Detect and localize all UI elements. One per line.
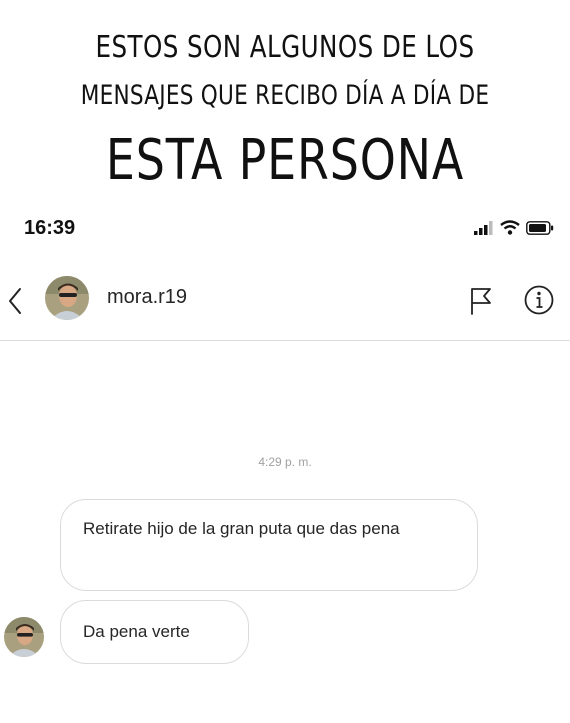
- avatar[interactable]: [4, 617, 44, 657]
- flag-icon[interactable]: [468, 286, 494, 320]
- info-icon[interactable]: [523, 284, 555, 320]
- caption-line-1: ESTOS SON ALGUNOS DE LOS: [95, 30, 475, 65]
- wifi-icon: [500, 220, 520, 239]
- message-text: Da pena verte: [83, 622, 190, 641]
- status-bar: 16:39: [0, 212, 570, 246]
- chat-header: mora.r19: [0, 270, 570, 341]
- signal-icon: [474, 220, 494, 239]
- message-bubble[interactable]: Da pena verte: [60, 600, 249, 664]
- message-bubble[interactable]: Retirate hijo de la gran puta que das pe…: [60, 499, 478, 591]
- username[interactable]: mora.r19: [107, 286, 187, 309]
- status-icons: [474, 220, 554, 239]
- back-icon[interactable]: [6, 286, 26, 320]
- avatar[interactable]: [45, 276, 89, 320]
- caption-line-3: ESTA PERSONA: [105, 128, 465, 193]
- status-time: 16:39: [24, 217, 76, 239]
- message-text: Retirate hijo de la gran puta que das pe…: [83, 519, 400, 538]
- message-timestamp: 4:29 p. m.: [258, 455, 312, 469]
- caption-line-2: MENSAJES QUE RECIBO DÍA A DÍA DE: [80, 80, 490, 111]
- battery-icon: [526, 220, 554, 239]
